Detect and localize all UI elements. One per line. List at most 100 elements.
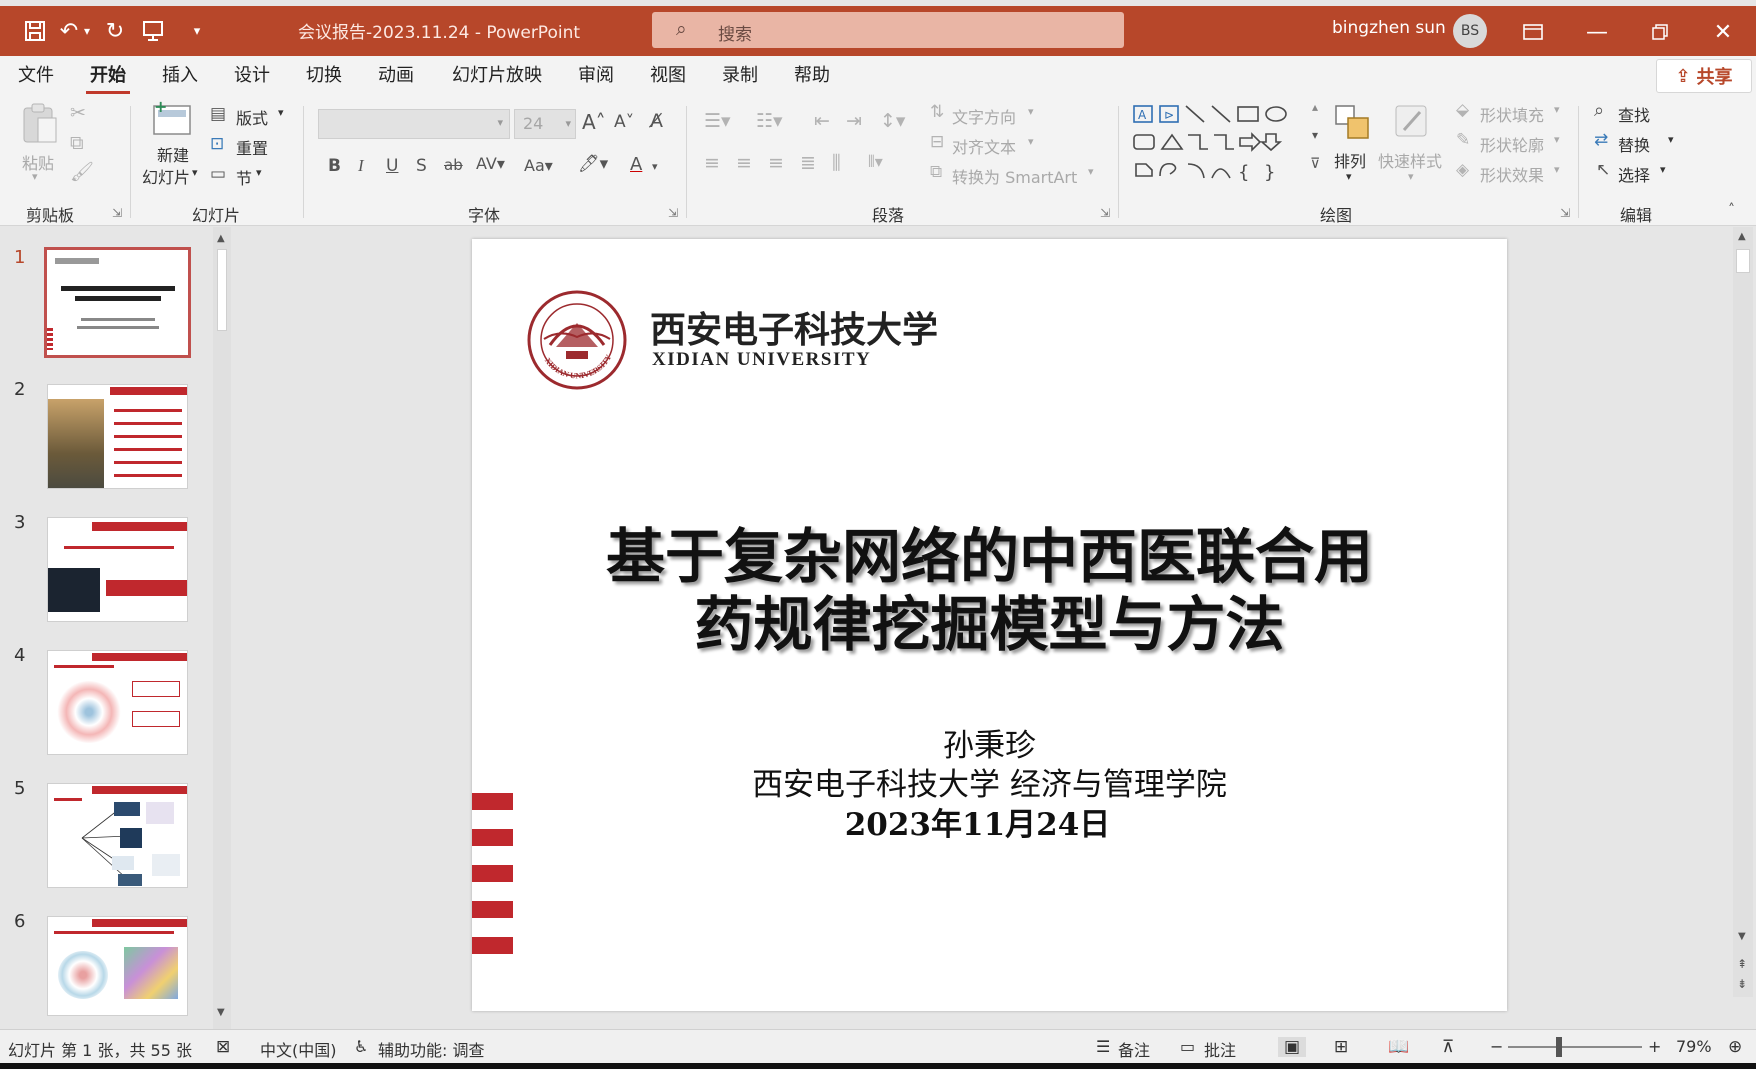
char-spacing-icon[interactable]: AV▾ — [476, 154, 505, 173]
scrollbar-thumb[interactable] — [1736, 249, 1750, 273]
zoom-out-icon[interactable]: − — [1490, 1037, 1503, 1056]
comments-button[interactable]: ▭ 批注 — [1180, 1030, 1244, 1064]
font-size-field[interactable]: 24 ▾ — [514, 109, 576, 139]
shapes-gallery[interactable]: A ⊳ {} — [1130, 102, 1310, 186]
find-button[interactable]: ⌕ 查找 — [1594, 100, 1674, 126]
undo-dropdown-icon[interactable]: ▾ — [78, 16, 96, 46]
slide-sorter-icon[interactable]: ⊞ — [1334, 1037, 1348, 1057]
accessibility-status[interactable]: 辅助功能: 调查 — [378, 1037, 484, 1061]
shadow-icon[interactable]: S — [416, 156, 427, 176]
shape-effects-button[interactable]: ◈ 形状效果 ▾ — [1456, 160, 1566, 186]
slide-thumbnail-3[interactable] — [47, 517, 188, 622]
replace-button[interactable]: ⇄ 替换 ▾ — [1594, 130, 1684, 156]
search-box[interactable]: ⌕ 搜索 — [652, 12, 1124, 48]
drawing-launcher-icon[interactable]: ⇲ — [1560, 206, 1570, 220]
gallery-more-icon[interactable]: ⊽ — [1310, 156, 1320, 172]
section-button[interactable]: ▭ 节 ▾ — [210, 164, 280, 188]
language-indicator[interactable]: 中文(中国) — [260, 1037, 337, 1061]
next-slide-icon[interactable]: ⇟ — [1737, 977, 1747, 991]
user-name[interactable]: bingzhen sun — [1332, 18, 1446, 38]
scrollbar-thumb[interactable] — [217, 249, 227, 331]
new-slide-button[interactable]: + 新建 幻灯片 ▾ — [140, 100, 202, 190]
font-launcher-icon[interactable]: ⇲ — [668, 206, 678, 220]
change-case-icon[interactable]: Aa▾ — [524, 156, 553, 175]
slide-thumbnail-6[interactable] — [47, 916, 188, 1016]
zoom-slider-thumb[interactable] — [1556, 1037, 1562, 1057]
format-painter-icon[interactable]: 🖌 — [70, 160, 94, 183]
select-button[interactable]: ↖ 选择 ▾ — [1594, 160, 1684, 186]
columns-icon[interactable]: ⫴▾ — [868, 152, 883, 172]
highlight-icon[interactable]: 🖊▾ — [578, 154, 608, 174]
spell-check-icon[interactable]: ⊠ — [216, 1037, 230, 1057]
redo-icon[interactable]: ↻ — [100, 16, 130, 46]
tab-view[interactable]: 视图 — [646, 62, 690, 94]
notes-button[interactable]: ☰ 备注 — [1096, 1030, 1158, 1064]
zoom-level[interactable]: 79% — [1676, 1037, 1712, 1056]
previous-slide-icon[interactable]: ⇞ — [1737, 957, 1747, 971]
slide-thumbnail-5[interactable] — [47, 783, 188, 888]
gallery-scroll-down-icon[interactable]: ▾ — [1312, 128, 1318, 142]
convert-smartart-button[interactable]: ⧉ 转换为 SmartArt ▾ — [930, 162, 1100, 188]
clear-formatting-icon[interactable]: A̸ — [650, 110, 663, 132]
zoom-slider[interactable] — [1508, 1046, 1642, 1048]
copy-icon[interactable]: ⧉ — [70, 132, 84, 154]
paste-button[interactable]: 粘贴 ▾ — [18, 102, 62, 183]
save-icon[interactable] — [20, 16, 50, 46]
tab-help[interactable]: 帮助 — [790, 62, 834, 94]
tab-home[interactable]: 开始 — [86, 62, 130, 94]
scroll-down-icon[interactable]: ▼ — [217, 1007, 225, 1018]
tab-animations[interactable]: 动画 — [374, 62, 418, 94]
close-icon[interactable]: ✕ — [1701, 12, 1745, 52]
share-button[interactable]: ⇪ 共享 — [1656, 59, 1752, 93]
align-left-icon[interactable]: ≡ — [704, 152, 720, 174]
italic-icon[interactable]: I — [358, 156, 364, 176]
justify-icon[interactable]: ≣ — [800, 152, 816, 174]
paragraph-launcher-icon[interactable]: ⇲ — [1100, 206, 1110, 220]
customize-quick-access-icon[interactable]: ▾ — [182, 16, 212, 46]
reading-view-icon[interactable]: 📖 — [1388, 1037, 1409, 1057]
distributed-icon[interactable]: ⫼ — [832, 152, 841, 174]
numbering-icon[interactable]: ☷▾ — [756, 110, 783, 132]
shrink-font-icon[interactable]: A˅ — [614, 112, 634, 132]
increase-indent-icon[interactable]: ⇥ — [846, 110, 862, 132]
gallery-scroll-up-icon[interactable]: ▴ — [1312, 100, 1318, 114]
restore-icon[interactable] — [1638, 12, 1682, 52]
tab-insert[interactable]: 插入 — [158, 62, 202, 94]
thumbnail-scrollbar[interactable]: ▲ ▼ — [213, 227, 231, 1029]
zoom-in-icon[interactable]: + — [1648, 1037, 1661, 1056]
tab-design[interactable]: 设计 — [230, 62, 274, 94]
shape-fill-button[interactable]: ⬙ 形状填充 ▾ — [1456, 100, 1566, 126]
slide-thumbnail-2[interactable] — [47, 384, 188, 489]
tab-slideshow[interactable]: 幻灯片放映 — [448, 62, 546, 94]
align-text-button[interactable]: ⊟ 对齐文本 ▾ — [930, 132, 1040, 158]
strikethrough-icon[interactable]: ab — [444, 156, 463, 174]
collapse-ribbon-icon[interactable]: ˄ — [1728, 202, 1735, 218]
scroll-up-icon[interactable]: ▲ — [1738, 231, 1746, 242]
slide-thumbnail-1[interactable] — [44, 247, 191, 358]
tab-transitions[interactable]: 切换 — [302, 62, 346, 94]
ribbon-display-options-icon[interactable] — [1511, 12, 1555, 52]
font-color-dropdown-icon[interactable]: ▾ — [652, 160, 658, 173]
scroll-up-icon[interactable]: ▲ — [217, 233, 225, 244]
decrease-indent-icon[interactable]: ⇤ — [814, 110, 830, 132]
shape-outline-button[interactable]: ✎ 形状轮廓 ▾ — [1456, 130, 1566, 156]
avatar[interactable]: BS — [1453, 14, 1487, 48]
bold-icon[interactable]: B — [328, 156, 341, 176]
slide-thumbnail-4[interactable] — [47, 650, 188, 755]
clipboard-launcher-icon[interactable]: ⇲ — [112, 206, 122, 220]
tab-review[interactable]: 审阅 — [574, 62, 618, 94]
slide-scrollbar[interactable]: ▲ ▼ ⇞ ⇟ — [1733, 227, 1753, 997]
slideshow-view-icon[interactable]: ⊼ — [1442, 1037, 1454, 1057]
fit-to-window-icon[interactable]: ⊕ — [1728, 1037, 1742, 1057]
font-name-field[interactable]: ▾ — [318, 109, 510, 139]
tab-file[interactable]: 文件 — [14, 62, 58, 94]
text-direction-button[interactable]: ⇅ 文字方向 ▾ — [930, 102, 1040, 128]
grow-font-icon[interactable]: A˄ — [582, 110, 606, 134]
bullets-icon[interactable]: ☰▾ — [704, 110, 731, 132]
tab-record[interactable]: 录制 — [718, 62, 762, 94]
arrange-button[interactable]: 排列 ▾ — [1330, 102, 1374, 186]
layout-button[interactable]: ▤ 版式 ▾ — [210, 104, 290, 128]
cut-icon[interactable]: ✂ — [70, 102, 86, 124]
align-center-icon[interactable]: ≡ — [736, 152, 752, 174]
accessibility-icon[interactable]: ♿ — [354, 1037, 368, 1056]
